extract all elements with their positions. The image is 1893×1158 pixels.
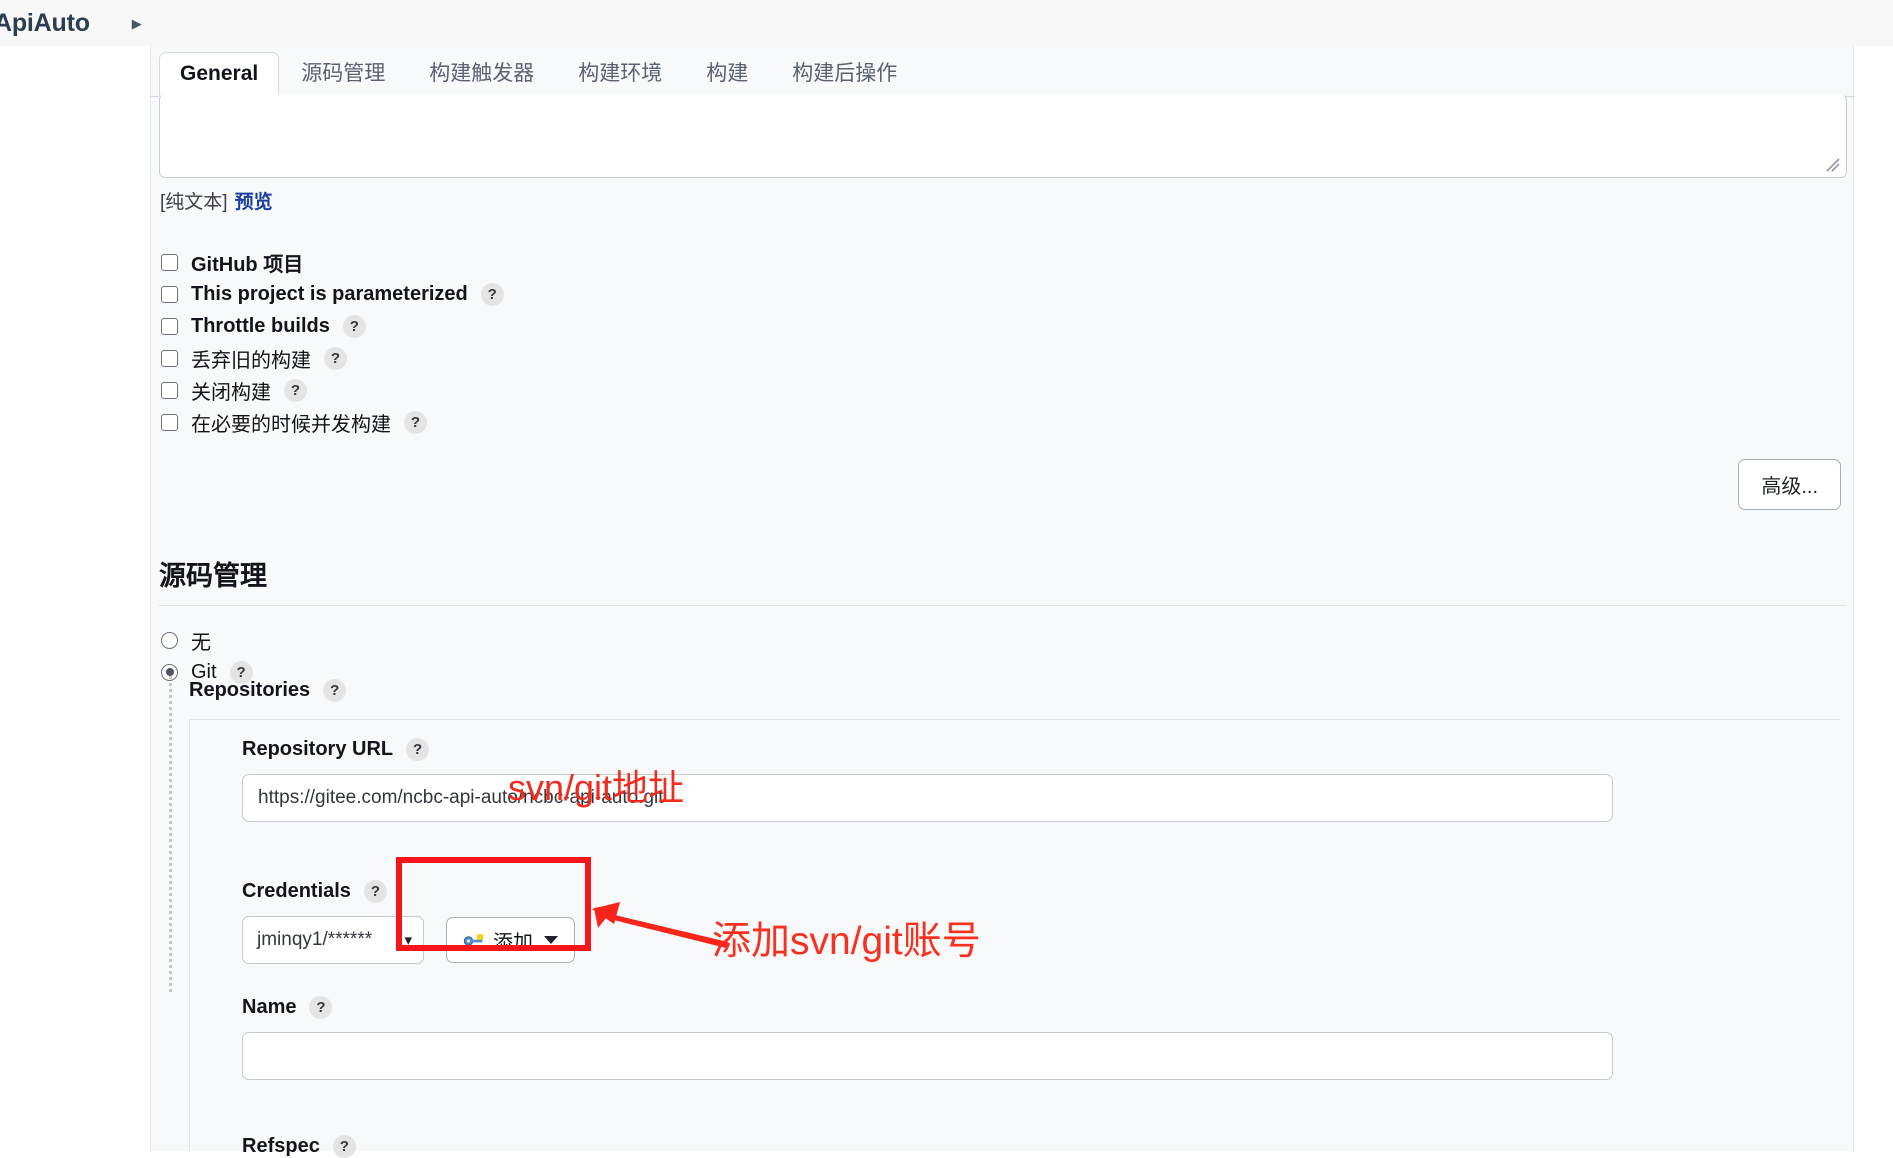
checkbox-github-project[interactable] <box>161 253 178 271</box>
description-markup-row: [纯文本] 预览 <box>160 187 273 214</box>
option-label: Throttle builds <box>191 314 330 337</box>
tab-build-environment[interactable]: 构建环境 <box>556 53 684 96</box>
repository-card: Repository URL ? Credentials ? jminqy1/*… <box>189 719 1840 1158</box>
option-parameterized[interactable]: This project is parameterized ? <box>161 278 504 310</box>
help-icon[interactable]: ? <box>324 346 347 370</box>
repository-url-label: Repository URL <box>242 738 394 760</box>
nested-section-guide <box>169 676 172 992</box>
tab-build[interactable]: 构建 <box>684 53 770 96</box>
add-credentials-label: 添加 <box>493 931 533 954</box>
page-canvas: General 源码管理 构建触发器 构建环境 构建 构建后操作 [纯文本] 预… <box>0 46 1893 1158</box>
option-disable-build[interactable]: 关闭构建 ? <box>161 374 504 406</box>
repository-url-input[interactable] <box>242 774 1613 822</box>
help-icon[interactable]: ? <box>309 996 333 1019</box>
scm-section-title: 源码管理 <box>159 561 267 591</box>
option-github-project[interactable]: GitHub 项目 <box>161 246 504 278</box>
tab-post-build[interactable]: 构建后操作 <box>770 53 919 96</box>
help-icon[interactable]: ? <box>404 410 427 434</box>
refspec-label: Refspec <box>242 1135 320 1157</box>
option-label: 丢弃旧的构建 <box>191 349 311 372</box>
help-icon[interactable]: ? <box>406 738 430 761</box>
general-options-list: GitHub 项目 This project is parameterized … <box>161 246 504 438</box>
name-input[interactable] <box>242 1032 1613 1080</box>
config-form-pane: General 源码管理 构建触发器 构建环境 构建 构建后操作 [纯文本] 预… <box>150 46 1855 1158</box>
scm-option-none[interactable]: 无 <box>161 624 253 656</box>
help-icon[interactable]: ? <box>480 282 504 306</box>
repositories-label-row: Repositories ? <box>189 679 347 702</box>
checkbox-discard-old-builds[interactable] <box>161 349 178 367</box>
scm-section-header: 源码管理 <box>159 554 1847 606</box>
checkbox-parameterized[interactable] <box>161 285 178 303</box>
config-tabbar: General 源码管理 构建触发器 构建环境 构建 构建后操作 <box>151 49 1855 97</box>
option-label: 关闭构建 <box>191 381 271 404</box>
option-throttle-builds[interactable]: Throttle builds ? <box>161 310 504 342</box>
credentials-selected-value: jminqy1/****** <box>257 929 373 950</box>
description-textarea[interactable] <box>159 94 1847 178</box>
option-concurrent-builds[interactable]: 在必要的时候并发构建 ? <box>161 406 504 438</box>
help-icon[interactable]: ? <box>284 378 307 402</box>
credentials-row: jminqy1/****** ▾ 添加 <box>242 916 575 964</box>
scm-option-label: 无 <box>191 631 211 654</box>
checkbox-throttle-builds[interactable] <box>161 317 178 335</box>
breadcrumb-project-name[interactable]: ApiAuto <box>0 9 90 38</box>
repositories-label: Repositories <box>189 679 311 701</box>
credentials-label-row: Credentials ? <box>242 880 387 903</box>
repository-url-label-row: Repository URL ? <box>242 738 430 761</box>
option-label: GitHub 项目 <box>191 253 304 276</box>
option-label: 在必要的时候并发构建 <box>191 413 391 436</box>
markup-type-label: [纯文本] <box>160 192 228 213</box>
tab-scm[interactable]: 源码管理 <box>279 53 407 96</box>
help-icon[interactable]: ? <box>342 314 366 338</box>
name-label-row: Name ? <box>242 996 333 1019</box>
breadcrumb-bar: ApiAuto ▶ <box>0 0 1893 46</box>
option-discard-old-builds[interactable]: 丢弃旧的构建 ? <box>161 342 504 374</box>
radio-none[interactable] <box>161 631 178 649</box>
chevron-down-icon[interactable]: ▾ <box>404 931 412 949</box>
credentials-label: Credentials <box>242 880 351 902</box>
credentials-select[interactable]: jminqy1/****** ▾ <box>242 916 424 964</box>
caret-down-icon[interactable] <box>544 936 558 944</box>
resize-grip-icon[interactable] <box>1826 158 1840 172</box>
section-divider <box>159 605 1847 606</box>
tab-general[interactable]: General <box>159 52 280 97</box>
checkbox-disable-build[interactable] <box>161 381 178 399</box>
name-label: Name <box>242 996 297 1018</box>
caret-right-icon[interactable]: ▶ <box>132 17 142 30</box>
add-credentials-button[interactable]: 添加 <box>446 917 575 963</box>
help-icon[interactable]: ? <box>323 679 347 702</box>
help-icon[interactable]: ? <box>332 1135 356 1158</box>
advanced-button[interactable]: 高级... <box>1738 459 1841 510</box>
help-icon[interactable]: ? <box>363 880 387 903</box>
refspec-label-row: Refspec ? <box>242 1135 356 1158</box>
option-label: This project is parameterized <box>191 282 468 305</box>
preview-link[interactable]: 预览 <box>235 187 273 214</box>
checkbox-concurrent-builds[interactable] <box>161 413 178 431</box>
tab-build-triggers[interactable]: 构建触发器 <box>407 53 556 96</box>
key-icon <box>463 934 484 946</box>
